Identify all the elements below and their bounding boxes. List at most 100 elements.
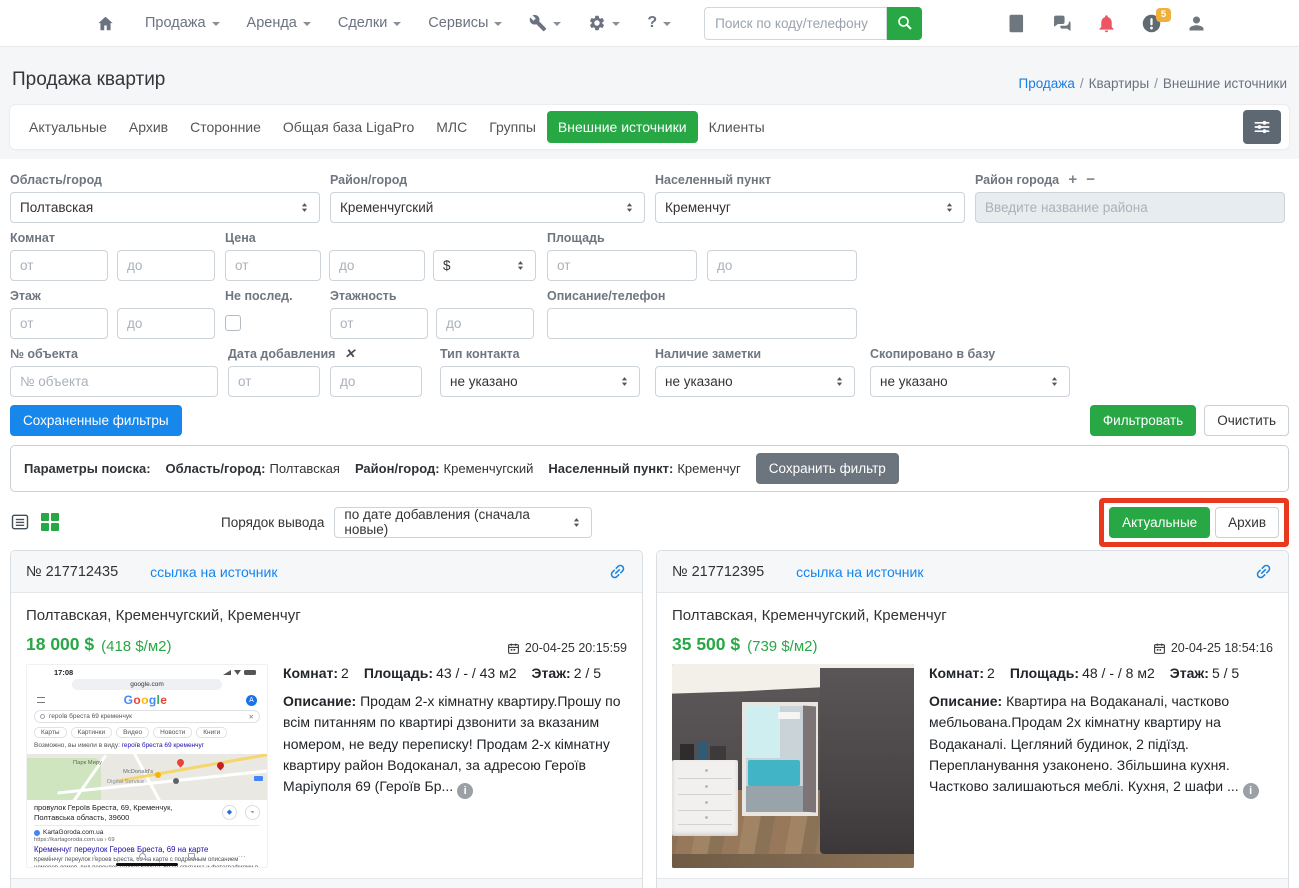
description-phone-input[interactable] <box>547 308 857 339</box>
archive-listings-button[interactable]: Архив <box>1215 507 1279 538</box>
source-link[interactable]: ссылка на источник <box>150 564 277 580</box>
price-per-m2: (739 $/м2) <box>747 638 818 655</box>
price-from-input[interactable] <box>225 250 321 281</box>
tab-groups[interactable]: Группы <box>478 111 547 143</box>
filter-button[interactable]: Фильтровать <box>1089 405 1197 436</box>
close-icon: ✕ <box>248 713 254 721</box>
breadcrumb-apartments: Квартиры <box>1088 76 1150 91</box>
help-menu[interactable]: ? <box>647 14 672 32</box>
area-to-input[interactable] <box>707 250 857 281</box>
listing-photo[interactable] <box>672 664 914 868</box>
search-button[interactable] <box>887 6 923 40</box>
tab-third-party[interactable]: Сторонние <box>179 111 272 143</box>
save-filter-button[interactable]: Сохранить фильтр <box>755 453 899 484</box>
link-icon[interactable] <box>608 562 627 581</box>
tools-menu[interactable] <box>529 14 562 32</box>
tab-ligapro[interactable]: Общая база LigaPro <box>272 111 425 143</box>
tab-bar: Актуальные Архив Сторонние Общая база Li… <box>10 105 1289 149</box>
updown-icon <box>297 200 312 215</box>
price-label: Цена <box>225 230 256 245</box>
map-thumbnail: Парк Миру McDonald's Digital Service <box>27 753 267 800</box>
profile-icon[interactable] <box>1186 13 1207 34</box>
actual-listings-button[interactable]: Актуальные <box>1109 507 1211 538</box>
notifications-bell-icon[interactable] <box>1096 13 1117 34</box>
settings-menu[interactable] <box>588 14 621 32</box>
grid-view-icon[interactable] <box>41 513 59 531</box>
tab-external-sources[interactable]: Внешние источники <box>546 111 698 143</box>
floor-from-input[interactable] <box>10 308 108 339</box>
area-label: Площадь <box>547 230 605 245</box>
menu-services[interactable]: Сервисы <box>428 15 503 31</box>
breadcrumb-external: Внешние источники <box>1162 76 1287 91</box>
note-select[interactable]: не указано <box>655 366 855 397</box>
rooms-from-input[interactable] <box>10 250 108 281</box>
rooms-value: 2 <box>987 665 995 681</box>
settlement-select[interactable]: Кременчуг <box>655 192 965 223</box>
area-from-input[interactable] <box>547 250 697 281</box>
region-select[interactable]: Полтавская <box>10 192 320 223</box>
source-link[interactable]: ссылка на источник <box>796 564 923 580</box>
journal-icon[interactable] <box>1006 13 1027 34</box>
order-select[interactable]: по дате добавления (сначала новые) <box>334 506 593 538</box>
clear-button[interactable]: Очистить <box>1204 405 1289 436</box>
chevron-down-icon <box>494 22 503 26</box>
alerts-icon[interactable]: 5 <box>1141 7 1171 34</box>
list-controls: Порядок вывода по дате добавления (снача… <box>10 498 1289 547</box>
add-district-icon[interactable]: + <box>1068 172 1077 187</box>
breadcrumb-sale[interactable]: Продажа <box>1018 76 1074 91</box>
menu-deals[interactable]: Сделки <box>338 15 402 31</box>
hamburger-icon <box>37 697 45 703</box>
param-district-value: Кременчугский <box>443 461 534 476</box>
home-icon[interactable] <box>96 14 115 33</box>
menu-sale[interactable]: Продажа <box>145 15 220 31</box>
listing-card: № 217712395 ссылка на источник Полтавска… <box>656 550 1289 888</box>
menu-rent[interactable]: Аренда <box>247 15 311 31</box>
rooms-label: Комнат <box>10 230 55 245</box>
not-last-checkbox[interactable] <box>225 315 241 331</box>
search-icon <box>40 714 45 719</box>
info-icon[interactable]: i <box>1242 783 1259 800</box>
date-from-input[interactable] <box>228 366 320 397</box>
tab-archive[interactable]: Архив <box>118 111 179 143</box>
search-result: KartaGoroda.com.ua https://kartagoroda.c… <box>34 825 260 867</box>
search-input[interactable] <box>704 6 888 40</box>
listing-image[interactable]: 17:08 google.com Google A героїв бреста 6… <box>26 664 268 868</box>
floor-value: 5 / 5 <box>1211 665 1240 681</box>
home-indicator <box>116 863 178 866</box>
map-marker <box>254 775 263 781</box>
card-footer <box>657 878 1288 888</box>
city-district-input[interactable] <box>975 192 1285 223</box>
tab-mls[interactable]: МЛС <box>425 111 478 143</box>
tab-actual[interactable]: Актуальные <box>18 111 118 143</box>
map-address: провулок Героїв Бреста, 69, Кременчук, П… <box>34 802 173 822</box>
link-icon[interactable] <box>1254 562 1273 581</box>
contact-type-select[interactable]: не указано <box>440 366 640 397</box>
rooms-to-input[interactable] <box>117 250 215 281</box>
price-to-input[interactable] <box>329 250 425 281</box>
description-phone-label: Описание/телефон <box>547 288 666 303</box>
floor-to-input[interactable] <box>117 308 215 339</box>
search-category-chips: Карты Картинки Видео Новости Книги <box>34 727 260 738</box>
floor-value: 2 / 5 <box>573 665 601 681</box>
date-to-input[interactable] <box>330 366 422 397</box>
top-navbar: Продажа Аренда Сделки Сервисы ? 5 <box>0 0 1299 47</box>
directions-icon: ◆ <box>222 804 237 820</box>
filter-panel-toggle-button[interactable] <box>1243 110 1281 144</box>
remove-district-icon[interactable]: − <box>1086 172 1095 187</box>
info-icon[interactable]: i <box>457 783 474 800</box>
object-number-input[interactable] <box>10 366 218 397</box>
tab-clients[interactable]: Клиенты <box>698 111 776 143</box>
listings-grid: № 217712435 ссылка на источник Полтавска… <box>0 543 1299 888</box>
floors-total-to-input[interactable] <box>436 308 534 339</box>
clear-date-icon[interactable]: ✕ <box>344 347 355 360</box>
calendar-icon <box>507 642 520 655</box>
currency-select[interactable]: $ <box>433 250 536 281</box>
card-footer <box>11 878 642 888</box>
saved-filters-button[interactable]: Сохраненные фильтры <box>10 405 182 436</box>
copied-select[interactable]: не указано <box>870 366 1070 397</box>
list-view-icon[interactable] <box>10 512 30 532</box>
messages-icon[interactable] <box>1051 13 1072 34</box>
floors-total-from-input[interactable] <box>330 308 428 339</box>
district-select[interactable]: Кременчугский <box>330 192 645 223</box>
chevron-down-icon <box>393 22 402 26</box>
